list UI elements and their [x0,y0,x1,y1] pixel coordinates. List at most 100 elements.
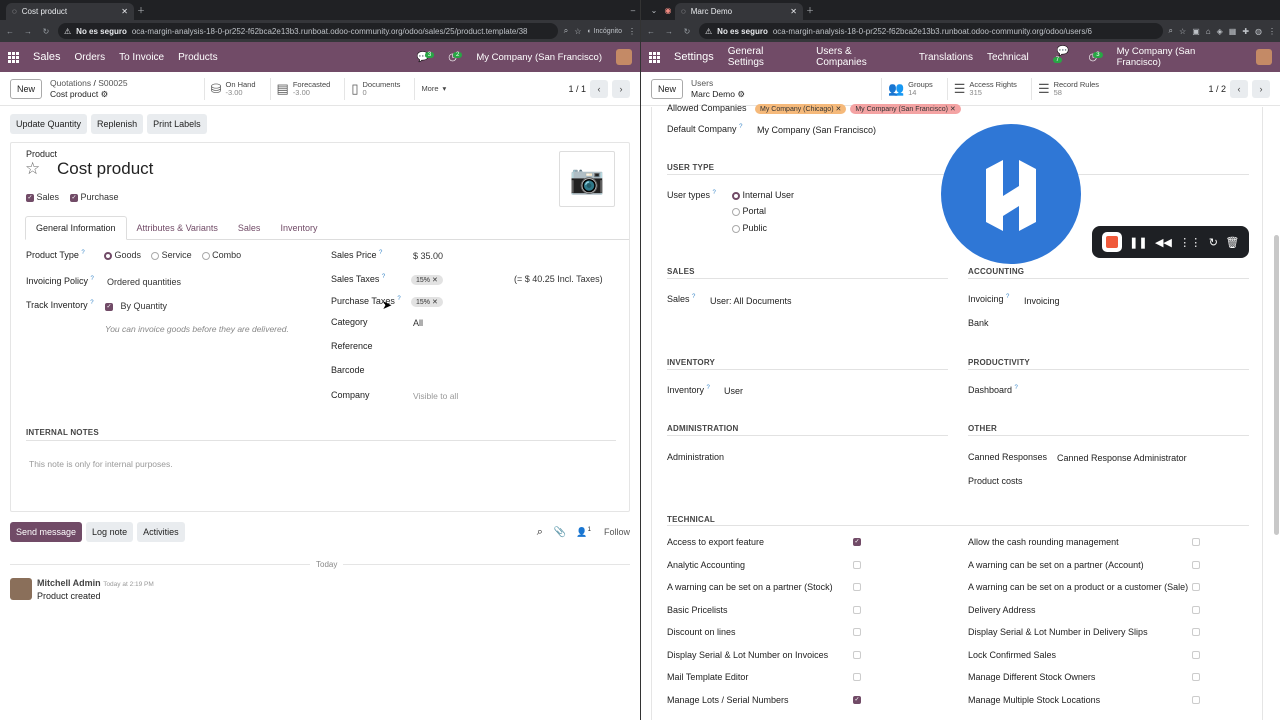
follow-button[interactable]: Follow [604,527,630,537]
messages-icon[interactable]: 💬3 [416,51,435,63]
next-icon[interactable]: › [612,79,630,98]
menu-icon[interactable]: ⋮ [628,27,636,36]
internal-notes-field[interactable]: This note is only for internal purposes. [29,459,173,469]
technical-permission-checkbox[interactable]: ✓ [853,538,861,546]
extension-icon[interactable]: ▣ [1192,27,1200,36]
app-name[interactable]: Sales [33,51,61,63]
menu-products[interactable]: Products [178,52,217,63]
radio-portal[interactable]: Portal [732,206,766,216]
radio-combo[interactable]: Combo [201,250,241,260]
company-switcher[interactable]: My Company (San Francisco) [476,52,602,63]
company-switcher[interactable]: My Company (San Francisco) [1117,46,1242,68]
purchase-checkbox[interactable]: ✓ Purchase [70,192,119,202]
technical-permission-checkbox[interactable] [853,583,861,591]
company-tag[interactable]: My Company (Chicago) ✕ [755,104,847,114]
breadcrumb-quotations[interactable]: Quotations [50,78,91,88]
scrollbar[interactable] [1274,235,1279,535]
tab-list-icon[interactable]: ⌄ [647,6,661,15]
send-message-button[interactable]: Send message [10,522,83,542]
update-quantity-button[interactable]: Update Quantity [10,114,88,134]
star-icon[interactable]: ☆ [1179,27,1186,36]
technical-permission-checkbox[interactable] [853,560,861,569]
rewind-icon[interactable]: ◀◀ [1155,236,1172,249]
apps-grid-icon[interactable] [649,51,660,63]
radio-public[interactable]: Public [732,223,767,233]
avatar[interactable] [1256,49,1272,65]
pause-icon[interactable]: ❚❚ [1129,236,1147,249]
followers-icon[interactable]: 👤1 [576,527,591,538]
company-tag[interactable]: My Company (San Francisco) ✕ [850,104,961,114]
search-icon[interactable]: ⌕ [537,526,543,539]
messages-icon[interactable]: 💬7 [1052,46,1075,68]
stop-recording-button[interactable] [1101,232,1122,252]
star-icon[interactable]: ☆ [25,159,40,179]
technical-permission-checkbox[interactable] [1192,538,1200,546]
documents-button[interactable]: ▯ Documents 0 [344,77,406,100]
default-company-field[interactable]: My Company (San Francisco) [757,125,876,135]
extension-icon[interactable]: ▦ [1229,27,1237,36]
record-rules-button[interactable]: ☰ Record Rules 58 [1030,77,1105,100]
menu-to-invoice[interactable]: To Invoice [119,52,164,63]
technical-permission-checkbox[interactable] [853,650,861,659]
puzzle-icon[interactable]: ✚ [1242,27,1249,36]
sales-rights-field[interactable]: User: All Documents [710,296,792,306]
browser-tab[interactable]: ◌ Cost product ✕ [6,3,134,20]
camera-icon[interactable]: 📷 [559,151,615,207]
incognito-badge[interactable]: ◐ Incógnito [587,28,622,35]
radio-service[interactable]: Service [151,250,192,260]
canned-responses-field[interactable]: Canned Response Administrator [1057,453,1187,463]
reload-icon[interactable]: ↻ [681,27,693,36]
new-tab-icon[interactable]: ＋ [803,5,817,16]
trash-icon[interactable]: 🗑 [1225,236,1239,249]
radio-goods[interactable]: Goods [104,250,141,260]
sales-checkbox[interactable]: ✓ Sales [26,192,59,202]
menu-icon[interactable]: ⋮ [1268,27,1276,36]
profile-icon[interactable]: ◍ [1255,27,1262,36]
access-rights-button[interactable]: ☰ Access Rights 315 [946,77,1023,100]
pager-value[interactable]: 1 / 1 [568,84,586,94]
technical-permission-checkbox[interactable] [1192,695,1200,704]
forecasted-button[interactable]: ▤ Forecasted -3.00 [269,77,337,100]
technical-permission-checkbox[interactable] [1192,650,1200,659]
track-inventory-checkbox[interactable]: ✓ By Quantity [105,301,167,311]
technical-permission-checkbox[interactable] [853,605,861,614]
purchase-tax-tag[interactable]: 15% ✕ [411,296,443,307]
sales-price-field[interactable]: $ 35.00 [413,251,443,261]
technical-permission-checkbox[interactable] [1192,628,1200,636]
menu-general-settings[interactable]: General Settings [728,46,802,68]
next-icon[interactable]: › [1252,79,1270,98]
paperclip-icon[interactable]: 📎 [553,527,565,538]
gear-icon[interactable]: ⚙ [737,89,745,99]
prev-icon[interactable]: ‹ [590,79,608,98]
forward-icon[interactable]: → [22,27,34,36]
url-field[interactable]: ⚠ No es seguro oca-margin-analysis-18-0-… [58,23,558,39]
gear-icon[interactable]: ⚙ [101,89,109,99]
tab-sales[interactable]: Sales [228,217,271,239]
activities-icon[interactable]: ◷3 [1088,51,1103,63]
technical-permission-checkbox[interactable]: ✓ [853,695,861,704]
app-name[interactable]: Settings [674,51,714,63]
prev-icon[interactable]: ‹ [1230,79,1248,98]
close-icon[interactable]: ✕ [790,7,797,16]
print-labels-button[interactable]: Print Labels [147,114,207,134]
browser-tab[interactable]: ◌ Marc Demo ✕ [675,3,803,20]
menu-technical[interactable]: Technical [987,52,1029,63]
avatar[interactable] [616,49,632,65]
restart-icon[interactable]: ↻ [1209,236,1218,249]
inventory-rights-field[interactable]: User [724,386,743,396]
more-button[interactable]: More ▾ [414,77,452,100]
menu-translations[interactable]: Translations [919,52,973,63]
activities-icon[interactable]: ◷2 [448,51,463,63]
technical-permission-checkbox[interactable] [1192,583,1200,591]
menu-orders[interactable]: Orders [75,52,106,63]
log-note-button[interactable]: Log note [86,522,134,542]
company-field[interactable]: Visible to all [413,391,458,401]
technical-permission-checkbox[interactable] [853,628,861,636]
pager-value[interactable]: 1 / 2 [1208,84,1226,94]
url-field[interactable]: ⚠ No es seguro oca-margin-analysis-18-0-… [699,23,1163,39]
sales-tax-tag[interactable]: 15% ✕ [411,274,443,285]
category-field[interactable]: All [413,318,423,328]
search-icon[interactable]: ⌕ [564,26,568,36]
message-author[interactable]: Mitchell Admin [37,578,101,588]
on-hand-button[interactable]: ⛁ On Hand -3.00 [203,77,262,100]
